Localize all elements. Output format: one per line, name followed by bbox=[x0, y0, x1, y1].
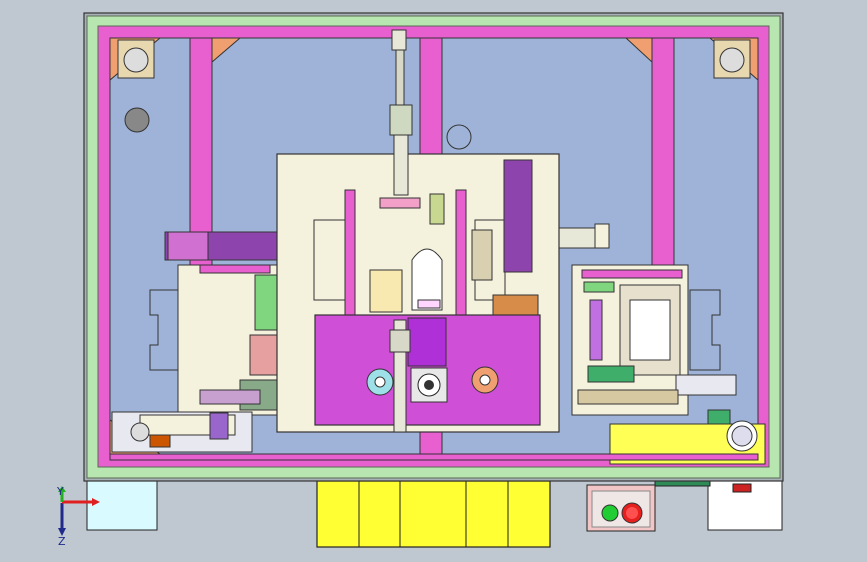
yellow-front-panel bbox=[316, 480, 551, 548]
bottom-rails bbox=[109, 453, 759, 461]
y-axis-label: Y bbox=[56, 485, 64, 498]
start-button[interactable] bbox=[601, 504, 619, 522]
cad-viewport[interactable]: Y Z bbox=[0, 0, 867, 562]
left-foot-block bbox=[86, 479, 158, 531]
magenta-block bbox=[314, 314, 541, 426]
z-axis-label: Z bbox=[58, 535, 66, 548]
control-box bbox=[586, 484, 656, 532]
